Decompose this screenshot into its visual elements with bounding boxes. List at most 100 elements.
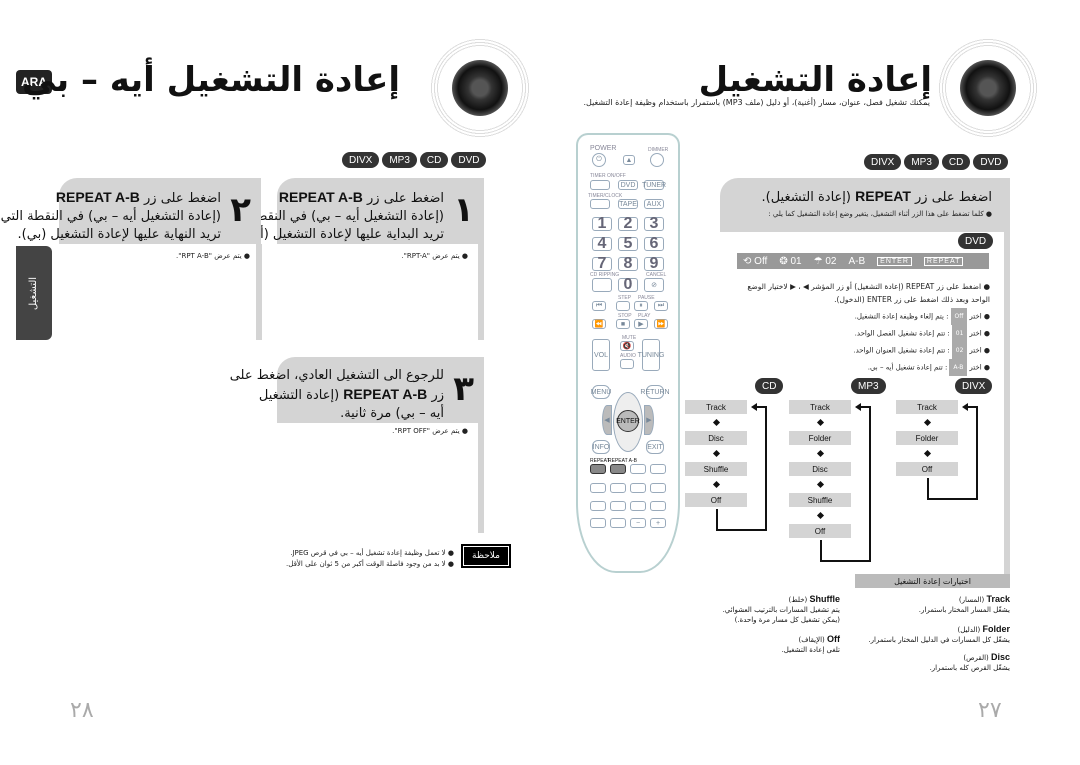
remote-button — [590, 518, 606, 528]
remote-control-illustration: POWER ⏻ ▲ DIMMER TIMER ON/OFF TIMER/CLOC… — [576, 133, 680, 573]
remote-power-button: ⏻ — [592, 153, 606, 167]
remote-button — [650, 464, 666, 474]
speaker-icon — [938, 38, 1038, 138]
remote-button — [590, 501, 606, 511]
remote-button — [630, 483, 646, 493]
repeat-step-box: اضغط على زر REPEAT (إعادة التشغيل). ● كل… — [720, 178, 1010, 232]
flow-loop-line — [820, 540, 822, 560]
remote-tape-button: TAPE — [618, 199, 638, 209]
step-3-sidebar — [478, 423, 484, 533]
flow-loop-line — [869, 406, 871, 562]
note-item: ● لا تعمل وظيفة إعادة تشغيل أيه – بي في … — [290, 549, 454, 557]
disc-badge-cd: CD — [419, 152, 449, 168]
option-disc: Disc (القرص) يشغّل القرص كله باستمرار. — [929, 652, 1010, 672]
remote-dimmer-button — [650, 153, 664, 167]
dvd-badge: DVD — [958, 233, 994, 249]
dvd-option-item: ● اخترOff: يتم إلغاء وظيفة إعادة التشغيل… — [853, 308, 990, 325]
disc-badge-cd: CD — [941, 154, 971, 170]
flow-arrow-icon — [712, 418, 721, 427]
step-text: اضغط على زر REPEAT A-B (إعادة التشغيل أي… — [0, 189, 221, 242]
osd-display-bar: ⟲ Off ❂ 01 ☂ 02 A-B ENTER REPEAT — [737, 253, 989, 269]
page-number-right: ٢٧ — [978, 698, 1002, 723]
flow-arrow-icon — [816, 480, 825, 489]
remote-repeat-button — [590, 464, 606, 474]
flow-arrow-icon — [923, 449, 932, 458]
remote-digit-button: 0 — [618, 276, 638, 293]
remote-return-button: RETURN — [640, 385, 670, 399]
remote-mic-vol-up: + — [650, 518, 666, 528]
remote-forward-button: ⏩ — [654, 319, 668, 329]
flow-arrowhead-icon — [962, 403, 968, 411]
remote-left-button: ◀ — [602, 405, 612, 435]
remote-info-button: INFO — [592, 440, 610, 454]
remote-rewind-button: ⏪ — [592, 319, 606, 329]
remote-digit-button: 7 — [592, 255, 612, 272]
flow-item-folder: Folder — [789, 431, 851, 445]
remote-right-button: ▶ — [644, 405, 654, 435]
section-side-tab: التشغيل — [16, 246, 52, 340]
remote-volume-rocker: VOL — [592, 339, 610, 371]
remote-step-button — [616, 301, 630, 311]
flow-item-off: Off — [789, 524, 851, 538]
flow-arrowhead-icon — [855, 403, 861, 411]
osd-chapter: ❂ 01 — [779, 255, 802, 267]
remote-tuner-button: TUNER — [641, 180, 667, 190]
step-3-note: ● يتم عرض "RPT OFF". — [392, 427, 468, 435]
page-subtitle: يمكنك تشغيل فصل، عنوان، مسار (أغنية)، أو… — [583, 98, 930, 107]
note-item: ● لا بد من وجود فاصلة الوقت أكبر من 5 ثو… — [286, 560, 454, 568]
options-header: اختيارات إعادة التشغيل — [855, 574, 1010, 588]
flow-arrow-icon — [712, 480, 721, 489]
flow-item-track: Track — [896, 400, 958, 414]
page-title-left: إعادة التشغيل أيه – بي — [21, 60, 400, 100]
remote-digit-button: 6 — [644, 235, 664, 252]
osd-enter-tag: ENTER — [877, 256, 912, 266]
remote-timer-label: TIMER ON/OFF — [590, 173, 626, 179]
remote-button — [630, 464, 646, 474]
remote-prev-button: ⏮ — [592, 301, 606, 311]
dvd-option-list: ● اخترOff: يتم إلغاء وظيفة إعادة التشغيل… — [853, 308, 990, 376]
flow-arrowhead-icon — [751, 403, 757, 411]
disc-badge-divx: DIVX — [955, 378, 993, 394]
remote-digit-button: 5 — [618, 235, 638, 252]
flow-loop-line — [820, 560, 871, 562]
remote-digit-button: 9 — [644, 255, 664, 272]
flow-loop-line — [927, 498, 978, 500]
remote-exit-button: EXIT — [646, 440, 664, 454]
disc-badge-mp3: MP3 — [851, 378, 886, 394]
osd-ab: A-B — [848, 255, 866, 267]
step-number: ٣ — [453, 369, 474, 409]
flow-loop-line — [716, 509, 718, 529]
step-note: ● كلما تضغط على هذا الزر أثناء التشغيل، … — [768, 210, 992, 218]
remote-timer-clock-button — [590, 199, 610, 209]
repeat-icon: ⟲ — [743, 255, 752, 267]
step-1-box: ١ اضغط على زر REPEAT A-B (إعادة التشغيل … — [224, 178, 484, 244]
flow-item-shuffle: Shuffle — [685, 462, 747, 476]
flow-loop-line — [927, 478, 929, 498]
remote-audio-button — [620, 359, 634, 369]
page-title-right: إعادة التشغيل — [698, 60, 932, 100]
remote-digit-button: 4 — [592, 235, 612, 252]
remote-stop-button: ■ — [616, 319, 630, 329]
remote-mute-button: 🔇 — [620, 341, 634, 351]
step-3-box: ٣ للرجوع الى التشغيل العادي، اضغط على زر… — [230, 357, 484, 423]
remote-button — [630, 501, 646, 511]
remote-button — [610, 518, 626, 528]
remote-button — [650, 483, 666, 493]
remote-cancel-button: ⊘ — [644, 278, 664, 292]
step-1-sidebar — [478, 244, 484, 340]
note-list: ● لا تعمل وظيفة إعادة تشغيل أيه – بي في … — [286, 548, 454, 570]
disc-type-badges-right: DIVX MP3 CD DVD — [864, 154, 1009, 170]
page-number-left: ٢٨ — [70, 698, 94, 723]
disc-badge-divx: DIVX — [342, 152, 380, 168]
remote-button — [610, 483, 626, 493]
disc-badge-dvd: DVD — [451, 152, 487, 168]
note-badge: ملاحظة — [461, 544, 511, 568]
remote-enter-button: ENTER — [616, 410, 640, 432]
remote-aux-button: AUX — [644, 199, 664, 209]
flow-item-off: Off — [896, 462, 958, 476]
option-shuffle: Shuffle (خلط) يتم تشغيل المسارات بالترتي… — [722, 594, 840, 624]
flow-loop-line — [716, 529, 767, 531]
disc-badge-mp3: MP3 — [382, 152, 417, 168]
remote-pause-button: ⏸ — [634, 301, 648, 311]
option-off: Off (الإيقاف) تلغى إعادة التشغيل. — [781, 634, 840, 654]
